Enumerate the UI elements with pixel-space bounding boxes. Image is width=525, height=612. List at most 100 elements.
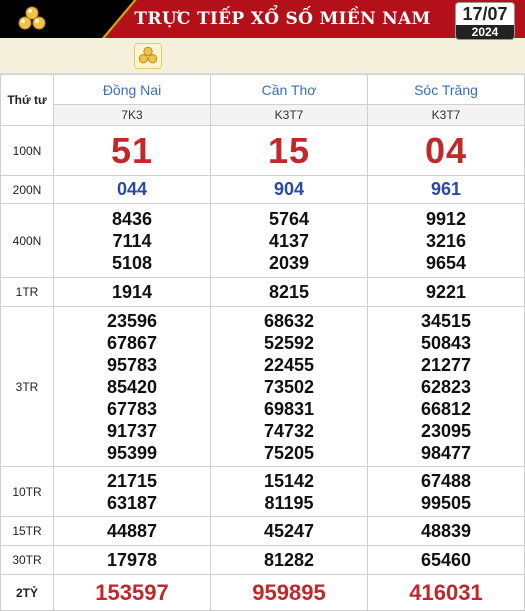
winning-number: 5108	[111, 252, 153, 273]
province-name[interactable]: Cần Thơ	[210, 74, 368, 105]
prize-cell: 44887	[53, 516, 211, 546]
prize-label: 1TR	[0, 277, 54, 307]
winning-number: 15142	[263, 470, 315, 491]
winning-number: 75205	[263, 442, 315, 463]
prize-label: 200N	[0, 175, 54, 204]
winning-number: 62823	[420, 376, 472, 397]
prize-cell: 65460	[367, 545, 525, 575]
prize-row: 100N 51 15 04	[0, 125, 525, 176]
winning-number: 04	[424, 129, 468, 171]
winning-number: 22455	[263, 354, 315, 375]
prize-row: 10TR 21715 63187 15142 81195 67488 99505	[0, 466, 525, 517]
winning-number: 34515	[420, 310, 472, 331]
winning-number: 7114	[112, 230, 152, 251]
winning-number: 95399	[106, 442, 158, 463]
winning-number: 904	[273, 179, 305, 199]
winning-number: 67867	[106, 332, 158, 353]
prize-cell: 416031	[367, 574, 525, 611]
prize-cell: 9912 3216 9654	[367, 203, 525, 278]
winning-number: 67783	[106, 398, 158, 419]
prize-cell: 21715 63187	[53, 466, 211, 517]
winning-number: 81282	[263, 550, 315, 570]
ticket-code: 7K3	[53, 104, 211, 126]
winning-number: 9912	[425, 208, 467, 229]
winning-number: 2039	[268, 252, 310, 273]
prize-label: 3TR	[0, 306, 54, 467]
winning-number: 68632	[263, 310, 315, 331]
prize-cell: 15142 81195	[210, 466, 368, 517]
prize-cell: 34515 50843 21277 62823 66812 23095 98477	[367, 306, 525, 467]
winning-number: 74732	[263, 420, 315, 441]
winning-number: 416031	[409, 579, 483, 605]
ticket-code: K3T7	[210, 104, 368, 126]
winning-number: 959895	[252, 579, 326, 605]
winning-number: 15	[267, 129, 311, 171]
winning-number: 153597	[95, 579, 169, 605]
winning-number: 65460	[420, 550, 472, 570]
prize-row: 15TR 44887 45247 48839	[0, 516, 525, 546]
winning-number: 48839	[420, 521, 472, 541]
prize-label: 10TR	[0, 466, 54, 517]
lottery-balls-icon[interactable]	[134, 43, 162, 69]
header-banner: TRỰC TIẾP XỔ SỐ MIỀN NAM	[0, 0, 525, 38]
results-table: Thứ tư Đồng Nai Cần Thơ Sóc Trăng 7K3 K3…	[0, 74, 525, 611]
winning-number: 21715	[106, 470, 158, 491]
ticket-code: K3T7	[367, 104, 525, 126]
winning-number: 5764	[268, 208, 310, 229]
winning-number: 1914	[111, 282, 153, 302]
page-title: TRỰC TIẾP XỔ SỐ MIỀN NAM	[134, 9, 431, 29]
prize-cell: 1914	[53, 277, 211, 307]
lottery-balls-icon	[18, 6, 46, 30]
winning-number: 9654	[425, 252, 467, 273]
prize-row: 3TR 23596 67867 95783 85420 67783 91737 95399 68…	[0, 306, 525, 467]
winning-number: 95783	[106, 354, 158, 375]
winning-number: 99505	[420, 492, 472, 513]
winning-number: 81195	[264, 492, 314, 513]
prize-cell: 9221	[367, 277, 525, 307]
winning-number: 73502	[263, 376, 315, 397]
winning-number: 9221	[425, 282, 467, 302]
day-label: Thứ tư	[0, 74, 54, 126]
prize-cell: 15	[210, 125, 368, 176]
prize-row: 200N 044 904 961	[0, 175, 525, 204]
winning-number: 4137	[268, 230, 310, 251]
date-badge: 17/07 2024	[455, 2, 515, 40]
prize-cell: 044	[53, 175, 211, 204]
prize-cell: 8215	[210, 277, 368, 307]
winning-number: 52592	[263, 332, 315, 353]
prize-label: 400N	[0, 203, 54, 278]
winning-number: 85420	[106, 376, 158, 397]
prize-cell: 153597	[53, 574, 211, 611]
prize-cell: 17978	[53, 545, 211, 575]
prize-cell: 67488 99505	[367, 466, 525, 517]
province-name[interactable]: Đồng Nai	[53, 74, 211, 105]
prize-row: 1TR 1914 8215 9221	[0, 277, 525, 307]
prize-cell: 959895	[210, 574, 368, 611]
winning-number: 23596	[106, 310, 158, 331]
winning-number: 63187	[106, 492, 158, 513]
winning-number: 50843	[420, 332, 472, 353]
prize-cell: 48839	[367, 516, 525, 546]
province-row: Thứ tư Đồng Nai Cần Thơ Sóc Trăng	[0, 74, 525, 126]
winning-number: 69831	[263, 398, 315, 419]
date-day: 17/07	[462, 4, 508, 24]
winning-number: 67488	[420, 470, 472, 491]
winning-number: 51	[110, 129, 154, 171]
province-name[interactable]: Sóc Trăng	[367, 74, 525, 105]
date-year: 2024	[456, 25, 514, 39]
sub-toolbar	[0, 38, 525, 74]
prize-cell: 68632 52592 22455 73502 69831 74732 75205	[210, 306, 368, 467]
prize-cell: 961	[367, 175, 525, 204]
prize-label: 15TR	[0, 516, 54, 546]
prize-cell: 5764 4137 2039	[210, 203, 368, 278]
prize-cell: 45247	[210, 516, 368, 546]
winning-number: 98477	[420, 442, 472, 463]
winning-number: 91737	[106, 420, 158, 441]
winning-number: 17978	[106, 550, 158, 570]
winning-number: 3216	[425, 230, 467, 251]
winning-number: 044	[116, 179, 148, 199]
winning-number: 961	[430, 179, 462, 199]
code-row: 7K3 K3T7 K3T7	[1, 104, 525, 126]
winning-number: 8215	[268, 282, 310, 302]
prize-label: 2TỶ	[0, 574, 54, 611]
